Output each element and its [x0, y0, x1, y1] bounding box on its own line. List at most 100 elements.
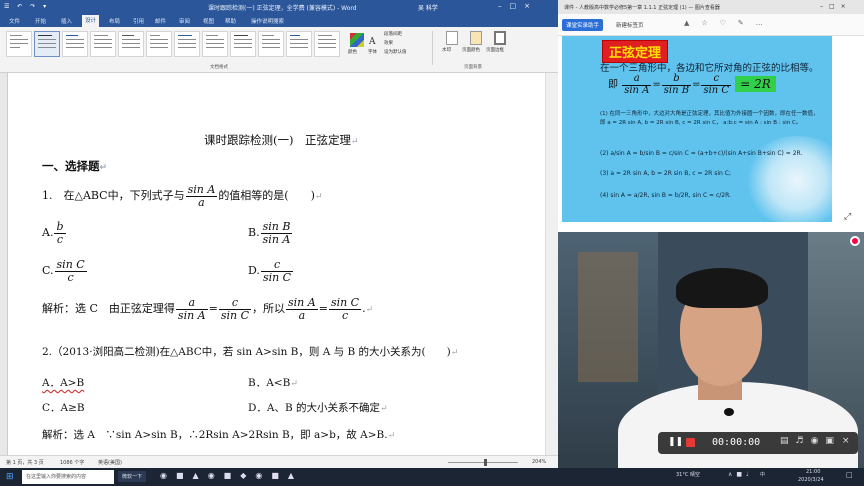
tab-file[interactable]: 文件	[6, 16, 23, 26]
page-background-group-label: 页面背景	[464, 65, 482, 70]
slide-statement: 在一个三角形中，各边和它所对角的正弦的比相等。	[600, 63, 819, 74]
viewer-window: 课件 - 人教版高中数学必修5第一章 1.1.1 正弦定理 (1) — 图片查看…	[558, 0, 864, 232]
ime-indicator[interactable]: 中	[760, 471, 765, 478]
user-name[interactable]: 吴 科学	[418, 3, 438, 12]
taskbar: ⊞ 在这里输入你要搜索的内容 微软一下 ◉■▲◉■◆◉■▲ 31°C 晴空 ∧■…	[0, 468, 864, 486]
q2-option-b: B．A<B↵	[248, 377, 298, 389]
recorder-close-icon[interactable]: ×	[842, 436, 850, 446]
word-titlebar: ☰ ↶ ↷ ▾ 课时跟踪检测(一) 正弦定理，全学费 (兼容模式) - Word…	[0, 0, 558, 14]
tab-view[interactable]: 视图	[200, 16, 217, 26]
tab-design[interactable]: 设计	[82, 15, 100, 27]
fonts-button[interactable]: 字体	[368, 49, 377, 55]
slide-note-1: (1) 在同一三角形中，大边对大角是正弦定理，其比值为外接圆一个因数，即在任一数…	[600, 111, 819, 126]
effects-button[interactable]: 效果	[384, 40, 393, 46]
paragraph-spacing-button[interactable]: 段落间距	[384, 31, 402, 37]
viewer-window-controls[interactable]: –□×	[820, 3, 852, 10]
tab-help[interactable]: 帮助	[222, 16, 239, 26]
style-set-11[interactable]	[314, 31, 340, 57]
taskbar-search[interactable]: 在这里输入你要搜索的内容	[22, 470, 114, 484]
expand-icon[interactable]: ⤢	[844, 212, 851, 222]
word-count[interactable]: 1086 个字	[60, 459, 84, 466]
maximize-icon[interactable]: □	[510, 2, 525, 10]
style-set-9[interactable]	[258, 31, 284, 57]
colors-icon[interactable]	[350, 33, 364, 47]
tab-layout[interactable]: 布局	[106, 16, 123, 26]
page-color-button[interactable]: 页面颜色	[462, 47, 480, 53]
pause-icon[interactable]: ❚❚	[668, 437, 683, 447]
tab-insert[interactable]: 插入	[58, 16, 75, 26]
minimize-icon[interactable]: –	[498, 2, 510, 10]
q2-option-c: C．A≥B	[42, 402, 85, 414]
colors-button[interactable]: 颜色	[348, 49, 357, 55]
vertical-ruler	[0, 73, 8, 455]
quick-access-toolbar[interactable]: ☰ ↶ ↷ ▾	[4, 3, 49, 10]
document-title: 课时跟踪检测(一) 正弦定理，全学费 (兼容模式) - Word	[208, 5, 357, 12]
word-window: ☰ ↶ ↷ ▾ 课时跟踪检测(一) 正弦定理，全学费 (兼容模式) - Word…	[0, 0, 558, 468]
clock-date[interactable]: 2020/3/24	[798, 477, 824, 483]
slide-decoration	[742, 136, 832, 222]
weather[interactable]: 31°C 晴空	[676, 471, 700, 478]
tab-active[interactable]: 课堂实录助手	[562, 19, 604, 31]
style-set-1[interactable]	[34, 31, 60, 57]
taskbar-pinned-icons[interactable]: ◉■▲◉■◆◉■▲	[160, 471, 303, 480]
style-set-7[interactable]	[202, 31, 228, 57]
style-set-3[interactable]	[90, 31, 116, 57]
document-page[interactable]: 课时跟踪检测(一) 正弦定理↵ 一、选择题↵ 1. 在△ABC中，下列式子与 si…	[8, 73, 558, 455]
toolbar-icons[interactable]: ▲☆♡✎…	[684, 19, 775, 27]
vertical-scrollbar[interactable]	[545, 73, 558, 455]
answer-2: 解析：选 A ∵sin A>sin B，∴2Rsin A>2Rsin B，即 a…	[42, 429, 396, 441]
stop-icon[interactable]	[686, 438, 695, 447]
recording-timer: 00:00:00	[712, 437, 761, 448]
q1-fraction: sin Aa	[185, 182, 218, 209]
background-furniture	[578, 252, 638, 382]
slide-note-4: (4) sin A = a/2R, sin B = b/2R, sin C = …	[600, 192, 731, 199]
tab-home[interactable]: 开始	[32, 16, 49, 26]
clock-time[interactable]: 21:00	[806, 469, 820, 475]
style-set-10[interactable]	[286, 31, 312, 57]
style-set-4[interactable]	[118, 31, 144, 57]
zoom-slider-thumb[interactable]	[484, 459, 487, 466]
slide-note-2: (2) a/sin A = b/sin B = c/sin C = (a+b+c…	[600, 150, 803, 157]
tab-mailings[interactable]: 邮件	[152, 16, 169, 26]
page-count[interactable]: 第 1 页，共 3 页	[6, 459, 44, 466]
option-b: B. sin Bsin A	[248, 220, 293, 246]
microphone-icon	[724, 408, 734, 416]
style-set-5[interactable]	[146, 31, 172, 57]
page-border-icon[interactable]	[494, 31, 506, 45]
set-default-button[interactable]: 设为默认值	[384, 49, 407, 55]
page-color-icon[interactable]	[470, 31, 482, 45]
zoom-slider[interactable]	[448, 462, 518, 463]
divider	[432, 31, 433, 65]
tray-icons[interactable]: ∧■♩	[728, 471, 753, 478]
taskbar-app-1[interactable]: 微软一下	[118, 471, 147, 482]
close-icon[interactable]: ×	[524, 2, 538, 10]
tab-references[interactable]: 引用	[130, 16, 147, 26]
watermark-button[interactable]: 水印	[442, 47, 451, 53]
slide-note-3: (3) a = 2R sin A, b = 2R sin B, c = 2R s…	[600, 170, 731, 177]
start-icon[interactable]: ⊞	[6, 472, 14, 482]
fonts-icon[interactable]: A	[369, 37, 376, 47]
webcam-close-icon[interactable]	[850, 236, 860, 246]
window-controls[interactable]: –□×	[498, 2, 538, 10]
style-set-2[interactable]	[62, 31, 88, 57]
viewer-toolbar: 课堂实录助手 新建标签页 ▲☆♡✎…	[558, 14, 864, 36]
notification-icon[interactable]: □	[846, 471, 853, 479]
recorder-controls: ❚❚ 00:00:00 ▤♬◉▣ ×	[658, 432, 858, 454]
page-border-button[interactable]: 页面边框	[486, 47, 504, 53]
option-c: C. sin Cc	[42, 258, 87, 284]
recorder-tool-icons[interactable]: ▤♬◉▣	[780, 436, 841, 446]
theme-button[interactable]	[6, 31, 32, 57]
slide-formula-box: = 2R	[735, 75, 776, 92]
tell-me-search[interactable]: 操作说明搜索	[248, 16, 287, 26]
zoom-level[interactable]: 204%	[532, 459, 546, 465]
slide-formula: 即 a sin A = b sin B = c sin C = 2R	[608, 73, 776, 96]
q2-option-a: A．A>B	[42, 377, 85, 389]
style-set-8[interactable]	[230, 31, 256, 57]
watermark-icon[interactable]	[446, 31, 458, 45]
new-tab-button[interactable]: 新建标签页	[616, 21, 644, 29]
language[interactable]: 英语(美国)	[98, 459, 122, 466]
tab-review[interactable]: 审阅	[176, 16, 193, 26]
slide: 正弦定理 在一个三角形中，各边和它所对角的正弦的比相等。 即 a sin A = b s…	[562, 36, 832, 222]
person-hair	[676, 268, 768, 308]
style-set-6[interactable]	[174, 31, 200, 57]
